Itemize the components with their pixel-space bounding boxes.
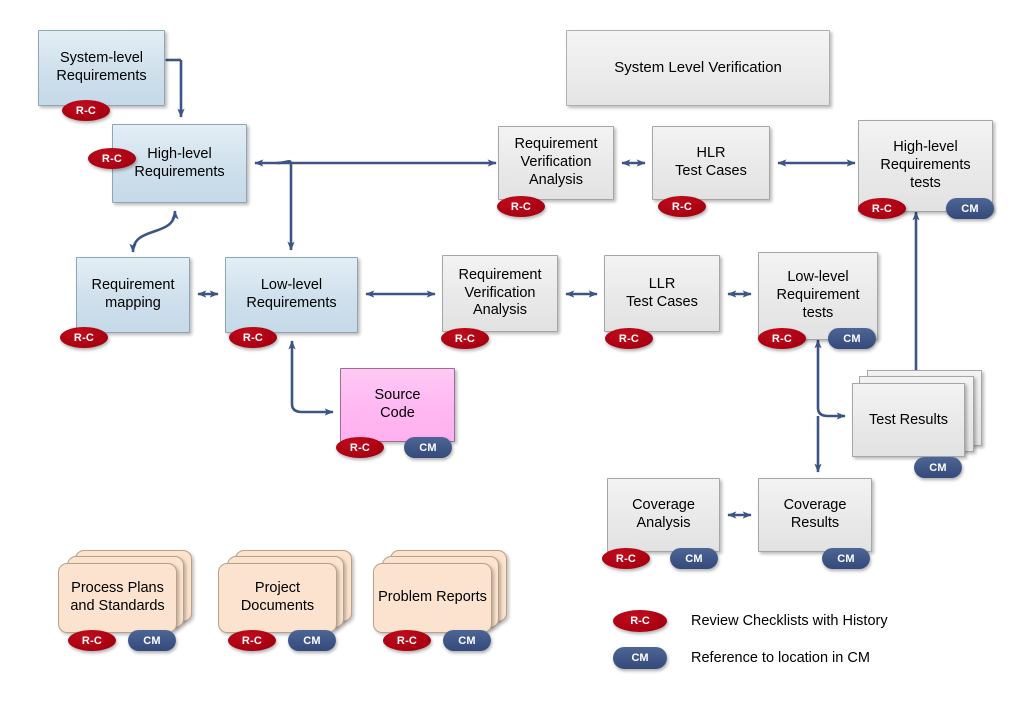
badge-rc-high-level-requirements: R-C bbox=[88, 148, 136, 169]
badge-rc-requirement-mapping: R-C bbox=[60, 327, 108, 348]
badge-cm-hlr-tests: CM bbox=[946, 198, 994, 219]
badge-label: CM bbox=[419, 441, 437, 454]
badge-rc-low-level-requirements: R-C bbox=[229, 327, 277, 348]
node-label: Requirement Verification Analysis bbox=[514, 136, 598, 188]
badge-label: R-C bbox=[242, 331, 264, 344]
badge-label: R-C bbox=[871, 202, 893, 215]
badge-rc-hlr-tests: R-C bbox=[858, 198, 906, 219]
node-label: Requirement mapping bbox=[91, 277, 175, 311]
badge-label: CM bbox=[843, 332, 861, 345]
wire-llr-tests-to-test-results bbox=[814, 339, 846, 420]
badge-cm-test-results: CM bbox=[914, 457, 962, 478]
badge-label: CM bbox=[303, 634, 321, 647]
node-label: Low-level Requirements bbox=[246, 277, 337, 311]
legend-badge-label: CM bbox=[631, 652, 649, 664]
node-test-results[interactable]: Test Results bbox=[845, 370, 995, 465]
node-source-code[interactable]: Source Code bbox=[340, 368, 455, 442]
system-level-verification-banner: System Level Verification bbox=[566, 30, 830, 106]
legend-rc-badge: R-C bbox=[613, 610, 667, 632]
node-coverage-analysis[interactable]: Coverage Analysis bbox=[607, 478, 720, 552]
badge-cm-process-plans: CM bbox=[128, 630, 176, 651]
badge-rc-source-code: R-C bbox=[336, 437, 384, 458]
node-requirement-verification-analysis-llr[interactable]: Requirement Verification Analysis bbox=[442, 255, 558, 332]
legend-item-cm: CM Reference to location in CM bbox=[613, 647, 870, 669]
node-label: Low-level Requirement tests bbox=[776, 269, 860, 321]
badge-label: R-C bbox=[396, 634, 418, 647]
node-label: Project Documents bbox=[240, 580, 315, 614]
badge-rc-rva-llr: R-C bbox=[441, 328, 489, 349]
node-label: Requirement Verification Analysis bbox=[458, 266, 542, 319]
badge-label: R-C bbox=[241, 634, 263, 647]
node-label: Coverage Analysis bbox=[632, 497, 695, 531]
badge-cm-problem-reports: CM bbox=[443, 630, 491, 651]
node-problem-reports[interactable]: Problem Reports bbox=[370, 550, 530, 640]
node-requirement-mapping[interactable]: Requirement mapping bbox=[76, 257, 190, 333]
node-label: Coverage Results bbox=[783, 497, 847, 531]
node-coverage-results[interactable]: Coverage Results bbox=[758, 478, 872, 552]
node-low-level-requirements[interactable]: Low-level Requirements bbox=[225, 257, 358, 333]
badge-rc-problem-reports: R-C bbox=[383, 630, 431, 651]
badge-label: R-C bbox=[73, 331, 95, 344]
doc-sheet-front: Problem Reports bbox=[373, 563, 492, 633]
badge-rc-coverage-analysis: R-C bbox=[602, 548, 650, 569]
node-requirement-verification-analysis-hlr[interactable]: Requirement Verification Analysis bbox=[498, 126, 614, 200]
legend-item-rc: R-C Review Checklists with History bbox=[613, 610, 888, 632]
badge-label: R-C bbox=[510, 200, 532, 213]
badge-cm-llr-tests: CM bbox=[828, 328, 876, 349]
node-label: High-level Requirements tests bbox=[880, 139, 971, 191]
diagram-canvas: System Level Verification System-level R… bbox=[0, 0, 1024, 728]
badge-label: R-C bbox=[671, 200, 693, 213]
node-label: Problem Reports bbox=[378, 589, 487, 606]
node-label: LLR Test Cases bbox=[626, 275, 698, 310]
node-label: Source Code bbox=[374, 387, 421, 421]
node-system-level-requirements[interactable]: System-level Requirements bbox=[38, 30, 165, 106]
badge-label: CM bbox=[143, 634, 161, 647]
badge-label: CM bbox=[961, 202, 979, 215]
legend-rc-text: Review Checklists with History bbox=[691, 613, 888, 629]
badge-label: R-C bbox=[454, 332, 476, 345]
node-project-documents[interactable]: Project Documents bbox=[215, 550, 375, 640]
badge-label: R-C bbox=[771, 332, 793, 345]
node-llr-test-cases[interactable]: LLR Test Cases bbox=[604, 255, 720, 332]
badge-cm-coverage-analysis: CM bbox=[670, 548, 718, 569]
badge-rc-project-documents: R-C bbox=[228, 630, 276, 651]
wire-hlr-to-mapping bbox=[129, 210, 179, 253]
doc-sheet-front: Project Documents bbox=[218, 563, 337, 633]
badge-rc-hlr-test-cases: R-C bbox=[658, 196, 706, 217]
legend-cm-badge: CM bbox=[613, 647, 667, 669]
legend-cm-text: Reference to location in CM bbox=[691, 650, 870, 666]
badge-rc-rva-hlr: R-C bbox=[497, 196, 545, 217]
badge-label: R-C bbox=[615, 552, 637, 565]
badge-label: R-C bbox=[75, 104, 97, 117]
badge-rc-llr-test-cases: R-C bbox=[605, 328, 653, 349]
badge-label: R-C bbox=[349, 441, 371, 454]
node-process-plans-and-standards[interactable]: Process Plans and Standards bbox=[55, 550, 215, 640]
node-label: Process Plans and Standards bbox=[70, 580, 165, 614]
node-label: Test Results bbox=[869, 412, 948, 428]
doc-sheet-front: Process Plans and Standards bbox=[58, 563, 177, 633]
badge-label: CM bbox=[929, 461, 947, 474]
test-results-sheet-front: Test Results bbox=[852, 383, 965, 457]
badge-label: CM bbox=[458, 634, 476, 647]
badge-rc-llr-tests: R-C bbox=[758, 328, 806, 349]
badge-label: R-C bbox=[618, 332, 640, 345]
badge-cm-coverage-results: CM bbox=[822, 548, 870, 569]
badge-label: R-C bbox=[101, 152, 123, 165]
node-low-level-requirement-tests[interactable]: Low-level Requirement tests bbox=[758, 252, 878, 340]
legend-badge-label: R-C bbox=[630, 615, 650, 627]
badge-rc-process-plans: R-C bbox=[68, 630, 116, 651]
badge-cm-source-code: CM bbox=[404, 437, 452, 458]
wire-llr-to-source-code bbox=[288, 340, 334, 416]
node-label: High-level Requirements bbox=[134, 145, 225, 180]
wire-hlr-branch-corner bbox=[276, 159, 293, 166]
node-label: System-level Requirements bbox=[56, 50, 147, 84]
badge-label: CM bbox=[837, 552, 855, 565]
badge-label: CM bbox=[685, 552, 703, 565]
badge-rc-system-level-requirements: R-C bbox=[62, 100, 110, 121]
badge-label: R-C bbox=[81, 634, 103, 647]
banner-label: System Level Verification bbox=[614, 58, 782, 76]
node-label: HLR Test Cases bbox=[675, 145, 747, 179]
node-hlr-test-cases[interactable]: HLR Test Cases bbox=[652, 126, 770, 200]
badge-cm-project-documents: CM bbox=[288, 630, 336, 651]
